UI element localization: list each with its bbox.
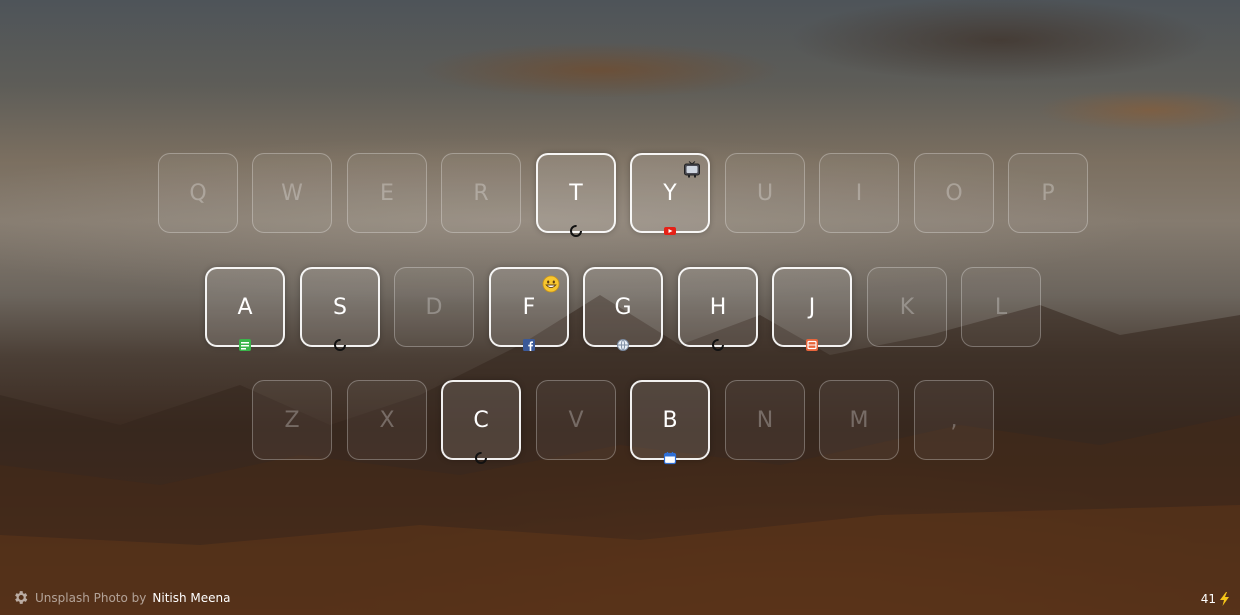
key-f[interactable]: F — [489, 267, 569, 351]
key-z[interactable]: Z — [252, 380, 332, 460]
key-letter: Q — [189, 180, 207, 206]
key-letter: O — [945, 180, 963, 206]
key-g[interactable]: G — [583, 267, 663, 351]
key-t[interactable]: T — [536, 153, 616, 237]
key-x[interactable]: X — [347, 380, 427, 460]
key-k[interactable]: K — [867, 267, 947, 347]
key-c[interactable]: C — [441, 380, 521, 464]
credit-prefix: Unsplash Photo by — [35, 590, 147, 605]
key-h[interactable]: H — [678, 267, 758, 351]
key-letter: D — [425, 294, 443, 320]
gear-icon[interactable] — [12, 589, 29, 606]
count-value: 41 — [1200, 592, 1216, 606]
photo-credit: Unsplash Photo by Nitish Meena — [12, 589, 231, 606]
lightning-bolt-icon — [1219, 592, 1230, 606]
spinner-icon — [474, 451, 488, 465]
spinner-icon — [569, 224, 583, 238]
key-letter: L — [994, 294, 1008, 320]
key-s[interactable]: S — [300, 267, 380, 351]
key-q[interactable]: Q — [158, 153, 238, 233]
key-e[interactable]: E — [347, 153, 427, 233]
key-letter: Y — [663, 180, 677, 206]
key-letter: X — [379, 407, 395, 433]
youtube-icon — [663, 224, 677, 238]
key-p[interactable]: P — [1008, 153, 1088, 233]
key-letter: M — [849, 407, 869, 433]
key-letter: B — [662, 407, 678, 433]
key-letter: H — [709, 294, 727, 320]
key-i[interactable]: I — [819, 153, 899, 233]
key-y[interactable]: Y — [630, 153, 710, 235]
key-letter: Z — [284, 407, 300, 433]
key-m[interactable]: M — [819, 380, 899, 460]
spinner-icon — [333, 338, 347, 352]
key-letter: R — [473, 180, 489, 206]
key-w[interactable]: W — [252, 153, 332, 233]
green-app-icon — [238, 338, 252, 352]
key-letter: J — [808, 294, 816, 320]
key-letter: K — [899, 294, 915, 320]
key-letter: C — [473, 407, 489, 433]
key-r[interactable]: R — [441, 153, 521, 233]
key-letter: U — [756, 180, 774, 206]
keyboard-grid: Q W E R T Y U I O P A S D F G H J K L Z … — [0, 0, 1240, 615]
key-letter: N — [756, 407, 774, 433]
key-letter: , — [950, 407, 958, 433]
spinner-icon — [711, 338, 725, 352]
key-a[interactable]: A — [205, 267, 285, 351]
key-u[interactable]: U — [725, 153, 805, 233]
usage-counter: 41 — [1201, 592, 1230, 606]
key-letter: V — [568, 407, 584, 433]
calendar-icon — [663, 451, 677, 465]
key-j[interactable]: J — [772, 267, 852, 351]
tv-emoji-icon — [683, 161, 701, 179]
orange-app-icon — [805, 338, 819, 352]
globe-icon — [616, 338, 630, 352]
key-letter: F — [522, 294, 536, 320]
key-letter: T — [569, 180, 583, 206]
key-letter: W — [281, 180, 303, 206]
photographer-link[interactable]: Nitish Meena — [152, 591, 230, 605]
key-letter: I — [855, 180, 863, 206]
key-d[interactable]: D — [394, 267, 474, 347]
key-n[interactable]: N — [725, 380, 805, 460]
facebook-icon — [522, 338, 536, 352]
key-letter: P — [1041, 180, 1055, 206]
key-comma[interactable]: , — [914, 380, 994, 460]
new-tab-page: Q W E R T Y U I O P A S D F G H J K L Z … — [0, 0, 1240, 615]
key-v[interactable]: V — [536, 380, 616, 460]
key-letter: G — [614, 294, 632, 320]
key-letter: A — [237, 294, 253, 320]
key-b[interactable]: B — [630, 380, 710, 465]
key-o[interactable]: O — [914, 153, 994, 233]
key-letter: E — [380, 180, 394, 206]
key-l[interactable]: L — [961, 267, 1041, 347]
key-letter: S — [333, 294, 347, 320]
smile-emoji-icon — [542, 275, 560, 293]
